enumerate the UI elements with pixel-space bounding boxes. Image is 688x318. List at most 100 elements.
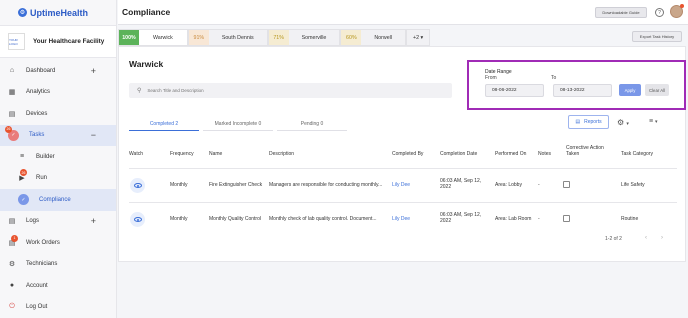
- uptimehealth-logo-icon: ⚙: [18, 8, 27, 17]
- brand-name: UptimeHealth: [30, 7, 89, 18]
- sidebar-item-run[interactable]: ▶ 26 Run: [0, 168, 116, 190]
- location-tab-norwell[interactable]: 60% Norwell: [340, 29, 407, 46]
- notification-dot: [680, 4, 684, 8]
- date-line-1: 06:03 AM, Sep 12,: [440, 212, 482, 218]
- compliance-panel: Warwick ⚲ Date Range From To 08-06-2022 …: [118, 46, 686, 262]
- watch-button[interactable]: [130, 212, 145, 227]
- downloadable-guide-button[interactable]: Downloadable Guide: [595, 7, 647, 18]
- sidebar-item-devices[interactable]: ▤ Devices: [0, 103, 116, 125]
- help-icon[interactable]: ?: [655, 8, 664, 17]
- cell-name: Monthly Quality Control: [209, 216, 261, 222]
- col-name: Name: [209, 151, 223, 157]
- table-row[interactable]: Monthly Monthly Quality Control Monthly …: [129, 203, 677, 237]
- reports-label: Reports: [584, 119, 602, 125]
- location-tab-south-dennis[interactable]: 91% South Dennis: [187, 29, 268, 46]
- sidebar-item-compliance[interactable]: ✓ Compliance: [0, 189, 116, 211]
- brand[interactable]: ⚙ UptimeHealth: [0, 0, 116, 25]
- sidebar-item-label: Analytics: [26, 89, 51, 96]
- col-performed-on: Performed On: [495, 151, 527, 157]
- sidebar-item-label: Technicians: [26, 261, 58, 268]
- table-row[interactable]: Monthly Fire Extinguisher Check Managers…: [129, 169, 677, 203]
- sidebar-item-label: Run: [36, 175, 48, 182]
- sidebar-item-label: Builder: [36, 153, 55, 160]
- document-icon: ▤: [575, 119, 581, 125]
- sidebar-item-tasks[interactable]: ✓ 26 Tasks −: [0, 124, 116, 146]
- location-percent: 60%: [341, 30, 362, 45]
- facility-selector[interactable]: YOUR LOGO Your Healthcare Facility: [0, 25, 116, 58]
- cell-frequency: Monthly: [170, 182, 188, 188]
- sidebar-item-label: Account: [26, 282, 48, 289]
- location-percent: 91%: [188, 30, 209, 45]
- sidebar-item-label: Log Out: [26, 304, 48, 311]
- cell-notes: -: [538, 216, 540, 222]
- to-date-input[interactable]: 08-13-2022: [553, 84, 612, 97]
- reports-button[interactable]: ▤ Reports: [568, 115, 609, 129]
- cell-completion-date: 06:03 AM, Sep 12, 2022: [440, 212, 481, 225]
- export-task-history-button[interactable]: Export Task History: [632, 31, 682, 42]
- tab-pending[interactable]: Pending 0: [277, 117, 347, 131]
- sidebar-item-label: Logs: [26, 218, 40, 225]
- col-notes: Notes: [538, 151, 552, 157]
- col-description: Description: [269, 151, 295, 157]
- cell-task-category: Routine: [621, 216, 639, 222]
- clear-all-button[interactable]: Clear All: [645, 84, 669, 96]
- monitor-icon: ▤: [8, 110, 16, 118]
- apply-button[interactable]: Apply: [619, 84, 641, 96]
- sidebar-item-analytics[interactable]: ▦ Analytics: [0, 82, 116, 104]
- cell-completed-by[interactable]: Lily Dee: [392, 216, 410, 222]
- watch-button[interactable]: [130, 178, 145, 193]
- cell-task-category: Life Safety: [621, 182, 645, 188]
- collapse-icon[interactable]: −: [91, 130, 96, 140]
- sidebar-item-builder[interactable]: ≡ Builder: [0, 146, 116, 168]
- location-name: South Dennis: [221, 34, 254, 41]
- cell-completed-by[interactable]: Lily Dee: [392, 182, 410, 188]
- corrective-action-checkbox[interactable]: [563, 215, 570, 222]
- plus-icon[interactable]: +: [91, 216, 96, 226]
- sidebar: ⚙ UptimeHealth YOUR LOGO Your Healthcare…: [0, 0, 117, 318]
- sidebar-item-account[interactable]: ● Account: [0, 275, 116, 297]
- tasks-badge: 26: [5, 125, 12, 133]
- settings-dropdown-icon[interactable]: ⚙ ▾: [617, 118, 629, 127]
- cell-description: Monthly check of lab quality control. Do…: [269, 216, 377, 222]
- corrective-action-checkbox[interactable]: [563, 181, 570, 188]
- col-corrective-action: Corrective Action Taken: [566, 145, 604, 158]
- more-locations-dropdown[interactable]: +2 ▾: [406, 29, 431, 46]
- sidebar-item-work-orders[interactable]: ▤ 1 Work Orders: [0, 232, 116, 254]
- cell-performed-on: Area: Lobby: [495, 182, 522, 188]
- from-date-input[interactable]: 08-06-2022: [485, 84, 544, 97]
- chart-icon: ▦: [8, 89, 16, 97]
- facility-name: Your Healthcare Facility: [33, 38, 105, 45]
- search-input[interactable]: [147, 88, 348, 93]
- chevron-left-icon[interactable]: ‹: [645, 235, 647, 241]
- search-bar[interactable]: ⚲: [129, 83, 452, 98]
- work-orders-badge: 1: [11, 234, 18, 242]
- table-header: Watch Frequency Name Description Complet…: [129, 141, 677, 169]
- compliance-icon: ✓: [18, 194, 29, 206]
- sidebar-item-logout[interactable]: ⏻ Log Out: [0, 297, 116, 318]
- sidebar-item-label: Dashboard: [26, 67, 56, 74]
- location-tab-warwick[interactable]: 100% Warwick: [118, 29, 188, 46]
- filter-dropdown-icon[interactable]: ≡ ▾: [649, 118, 658, 125]
- plus-icon[interactable]: +: [91, 66, 96, 76]
- cell-notes: -: [538, 182, 540, 188]
- chevron-right-icon[interactable]: ›: [661, 235, 663, 241]
- location-tab-somerville[interactable]: 71% Somerville: [267, 29, 341, 46]
- tab-marked-incomplete[interactable]: Marked Incomplete 0: [203, 117, 273, 131]
- corrective-line-2: Taken: [566, 151, 580, 158]
- col-watch: Watch: [129, 151, 143, 157]
- sidebar-item-label: Work Orders: [26, 239, 60, 246]
- sidebar-item-technicians[interactable]: ⚙ Technicians: [0, 254, 116, 276]
- cell-frequency: Monthly: [170, 216, 188, 222]
- cell-description: Managers are responsible for conducting …: [269, 182, 383, 188]
- date-range-filter: Date Range From To 08-06-2022 08-13-2022…: [467, 60, 686, 110]
- logs-icon: ▤: [8, 218, 16, 226]
- sidebar-item-logs[interactable]: ▤ Logs +: [0, 211, 116, 233]
- home-icon: ⌂: [9, 67, 15, 75]
- sidebar-item-dashboard[interactable]: ⌂ Dashboard +: [0, 60, 116, 82]
- tab-completed[interactable]: Completed 2: [129, 117, 199, 131]
- pagination-info: 1-2 of 2: [605, 236, 622, 242]
- location-name: Warwick: [153, 34, 173, 41]
- eye-icon: [133, 183, 142, 188]
- facility-logo: YOUR LOGO: [8, 33, 25, 50]
- date-line-1: 06:03 AM, Sep 12,: [440, 178, 482, 184]
